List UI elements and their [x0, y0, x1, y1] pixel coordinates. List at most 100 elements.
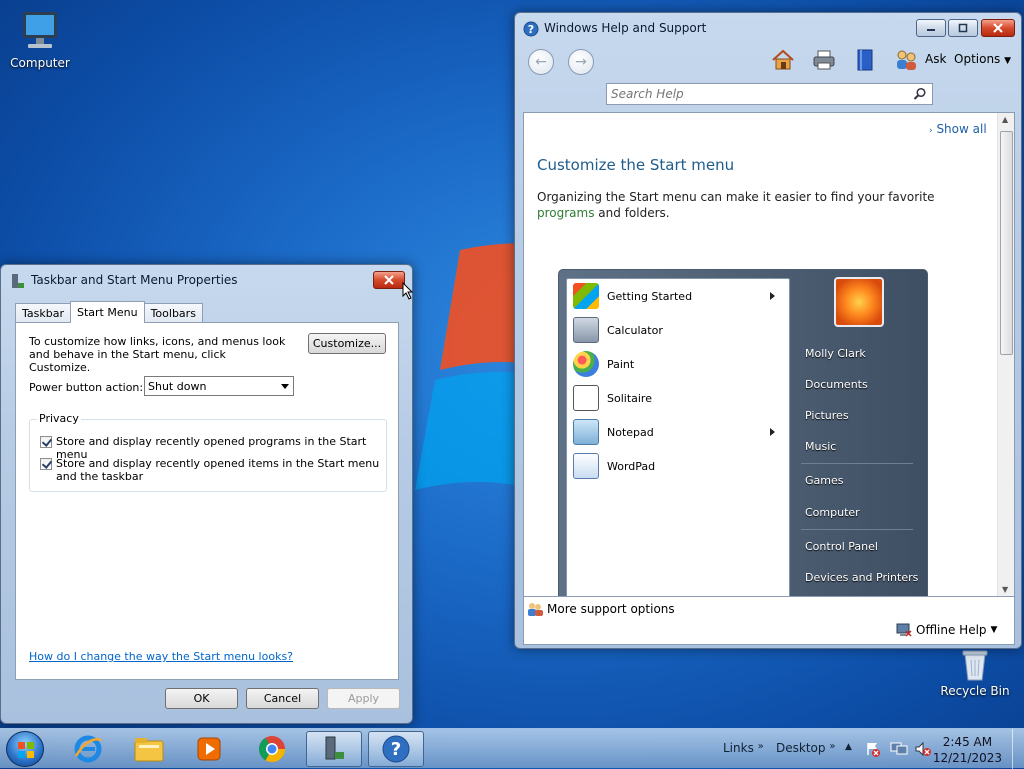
offline-help-menu[interactable]: Offline Help ▼: [896, 623, 997, 637]
printer-icon[interactable]: [811, 47, 837, 73]
home-icon[interactable]: [770, 47, 796, 73]
user-picture: [834, 277, 884, 327]
show-desktop-button[interactable]: [1012, 729, 1024, 769]
scroll-down-icon[interactable]: ▼: [1002, 585, 1008, 594]
wordpad-icon: [573, 453, 599, 479]
desktop-label: Desktop: [776, 741, 826, 755]
dialog-titlebar[interactable]: Taskbar and Start Menu Properties: [1, 265, 412, 295]
more-support-label: More support options: [547, 602, 675, 616]
start-menu-item-label: Paint: [607, 357, 635, 371]
start-menu-item-calculator: Calculator: [573, 315, 663, 345]
desktop-icon-label: Recycle Bin: [940, 684, 1010, 698]
chevron-down-icon: [281, 384, 289, 389]
ask-label[interactable]: Ask: [925, 52, 946, 66]
power-button-select[interactable]: Shut down: [144, 376, 294, 396]
offline-help-label: Offline Help: [916, 623, 987, 637]
help-content-pane: › Show all Customize the Start menu Orga…: [523, 112, 1015, 597]
taskbar-properties-window[interactable]: [306, 731, 362, 767]
cancel-button[interactable]: Cancel: [246, 688, 319, 709]
help-icon: ?: [523, 21, 539, 37]
computer-icon: [23, 12, 57, 48]
close-icon: [384, 275, 394, 285]
start-menu-right-music: Music: [805, 440, 837, 453]
tab-toolbars[interactable]: Toolbars: [143, 303, 203, 323]
restore-button[interactable]: [948, 19, 978, 37]
close-button[interactable]: [981, 19, 1015, 37]
start-menu-separator: [801, 463, 913, 464]
chrome-icon: [258, 736, 286, 763]
action-center-icon[interactable]: [865, 741, 881, 757]
help-icon: ?: [382, 735, 410, 763]
customize-button[interactable]: Customize...: [308, 333, 386, 354]
taskbar-internet-explorer[interactable]: [60, 731, 116, 767]
start-menu-right-devices: Devices and Printers: [805, 571, 919, 584]
start-menu-right-user: Molly Clark: [805, 347, 866, 360]
checkbox-checked-icon: [40, 458, 52, 470]
start-menu-item-wordpad: WordPad: [573, 451, 655, 481]
recycle-bin-icon: [962, 650, 988, 681]
start-menu-item-paint: Paint: [573, 349, 634, 379]
desktop-icon-recycle-bin[interactable]: Recycle Bin: [935, 648, 1015, 698]
show-all-link[interactable]: › Show all: [929, 122, 987, 136]
chevron-right-icon: ›: [929, 126, 933, 136]
help-support-window: ? Windows Help and Support ← → Ask Optio…: [514, 12, 1022, 649]
page-title: Customize the Start menu: [537, 156, 735, 174]
close-icon: [993, 23, 1003, 33]
forward-button[interactable]: →: [568, 49, 594, 75]
show-hidden-icons[interactable]: ▲: [845, 742, 852, 752]
chevron-down-icon: ▼: [1004, 56, 1012, 66]
scroll-up-icon[interactable]: ▲: [1002, 115, 1008, 124]
more-support-link[interactable]: More support options: [526, 601, 675, 617]
desktop-toolbar[interactable]: Desktop »: [776, 741, 835, 755]
links-label: Links: [723, 741, 754, 755]
browse-help-icon[interactable]: [852, 47, 878, 73]
checkbox-checked-icon: [40, 436, 52, 448]
links-toolbar[interactable]: Links »: [723, 741, 764, 755]
system-clock[interactable]: 2:45 AM 12/21/2023: [933, 734, 1002, 766]
vertical-scrollbar[interactable]: ▲ ▼: [997, 113, 1014, 596]
desktop-icon-label: Computer: [10, 56, 70, 70]
options-menu[interactable]: Options ▼: [954, 52, 1011, 66]
help-titlebar[interactable]: ? Windows Help and Support: [515, 13, 1021, 43]
apply-button[interactable]: Apply: [327, 688, 400, 709]
taskbar-file-explorer[interactable]: [121, 731, 177, 767]
close-button[interactable]: [373, 271, 405, 289]
programs-link[interactable]: programs: [537, 206, 594, 220]
taskbar-properties-icon: [12, 274, 24, 288]
windows-logo-icon: [18, 742, 34, 758]
taskbar-media-player[interactable]: [181, 731, 237, 767]
help-link[interactable]: How do I change the way the Start menu l…: [29, 650, 293, 663]
customize-description: To customize how links, icons, and menus…: [29, 335, 286, 374]
start-menu-right-computer: Computer: [805, 506, 860, 519]
power-button-label: Power button action:: [29, 381, 144, 394]
notepad-icon: [573, 419, 599, 445]
taskbar-help-window[interactable]: ?: [368, 731, 424, 767]
back-button[interactable]: ←: [528, 49, 554, 75]
dialog-title: Taskbar and Start Menu Properties: [31, 273, 238, 287]
taskbar-chrome[interactable]: [244, 731, 300, 767]
clock-time: 2:45 AM: [942, 735, 993, 749]
folder-icon: [134, 738, 164, 762]
search-icon[interactable]: [913, 87, 927, 101]
search-box: [606, 83, 933, 105]
ask-icon[interactable]: [893, 47, 919, 73]
taskbar-properties-icon: [325, 736, 344, 760]
network-icon[interactable]: [890, 741, 908, 757]
minimize-icon: [927, 29, 935, 31]
tab-taskbar[interactable]: Taskbar: [15, 303, 71, 323]
internet-explorer-icon: [74, 735, 102, 763]
search-input[interactable]: [607, 84, 907, 104]
checkbox-recent-items[interactable]: Store and display recently opened items …: [40, 457, 380, 483]
minimize-button[interactable]: [916, 19, 946, 37]
ok-button[interactable]: OK: [165, 688, 238, 709]
start-menu-item-label: Calculator: [607, 323, 663, 337]
desktop-icon-computer[interactable]: Computer: [0, 8, 80, 70]
clock-date: 12/21/2023: [932, 751, 1002, 765]
volume-muted-icon[interactable]: [914, 741, 932, 757]
tab-start-menu[interactable]: Start Menu: [70, 301, 145, 323]
intro-paragraph: Organizing the Start menu can make it ea…: [537, 189, 977, 221]
start-button[interactable]: [6, 731, 44, 767]
scroll-thumb[interactable]: [1000, 131, 1013, 355]
intro-text: Organizing the Start menu can make it ea…: [537, 190, 935, 204]
start-menu-item-notepad: Notepad: [573, 417, 785, 447]
